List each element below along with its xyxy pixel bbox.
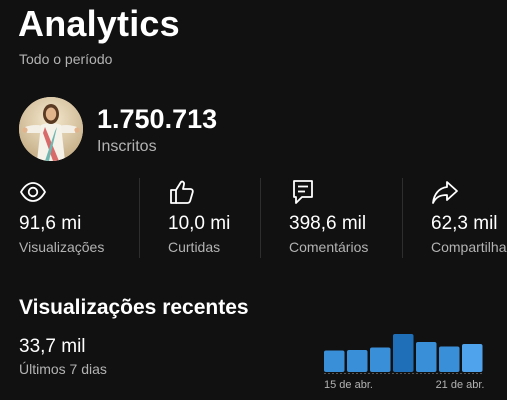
page-title: Analytics	[18, 3, 180, 44]
recent-views-period: Últimos 7 dias	[19, 361, 107, 377]
share-icon	[432, 181, 458, 204]
stat-shares-value: 62,3 mil	[431, 213, 498, 234]
stat-likes-value: 10,0 mi	[168, 213, 231, 234]
channel-avatar[interactable]	[19, 97, 83, 161]
stat-divider	[402, 178, 403, 258]
stat-likes[interactable]: 10,0 mi Curtidas	[168, 176, 252, 260]
stat-comments-label: Comentários	[289, 239, 369, 255]
chart-bar[interactable]	[393, 334, 414, 372]
chart-bar[interactable]	[462, 344, 483, 372]
chart-bar[interactable]	[347, 350, 368, 372]
stat-views-value: 91,6 mi	[19, 213, 82, 234]
chart-bar[interactable]	[370, 347, 391, 373]
analytics-page: Analytics Todo o período 1.750.713 Inscr…	[0, 0, 507, 400]
stat-likes-label: Curtidas	[168, 239, 221, 255]
stat-views-label: Visualizações	[19, 239, 105, 255]
stat-divider	[260, 178, 261, 258]
chart-bar[interactable]	[324, 350, 345, 373]
comment-icon	[293, 180, 313, 204]
stat-shares-label: Compartilhamentos	[431, 239, 507, 255]
stat-views[interactable]: 91,6 mi Visualizações	[19, 176, 131, 260]
recent-views-chart[interactable]: 15 de abr. 21 de abr.	[318, 326, 494, 394]
chart-tick-label: 15 de abr.	[324, 379, 373, 391]
chart-tick-label: 21 de abr.	[436, 379, 485, 391]
jesus-avatar-icon	[19, 97, 83, 161]
subscriber-label: Inscritos	[97, 138, 157, 155]
chart-bar[interactable]	[439, 346, 460, 373]
period-selector[interactable]: Todo o período	[19, 50, 112, 68]
chart-bar[interactable]	[416, 342, 437, 372]
stat-shares[interactable]: 62,3 mil Compartilhamentos	[431, 176, 507, 260]
stat-comments-value: 398,6 mil	[289, 213, 367, 234]
eye-icon	[20, 182, 46, 202]
subscriber-count: 1.750.713	[97, 104, 218, 134]
thumbs-up-icon	[170, 180, 194, 204]
stat-comments[interactable]: 398,6 mil Comentários	[289, 176, 393, 260]
recent-views-title: Visualizações recentes	[19, 296, 249, 319]
recent-views-value: 33,7 mil	[19, 336, 86, 357]
stat-divider	[139, 178, 140, 258]
